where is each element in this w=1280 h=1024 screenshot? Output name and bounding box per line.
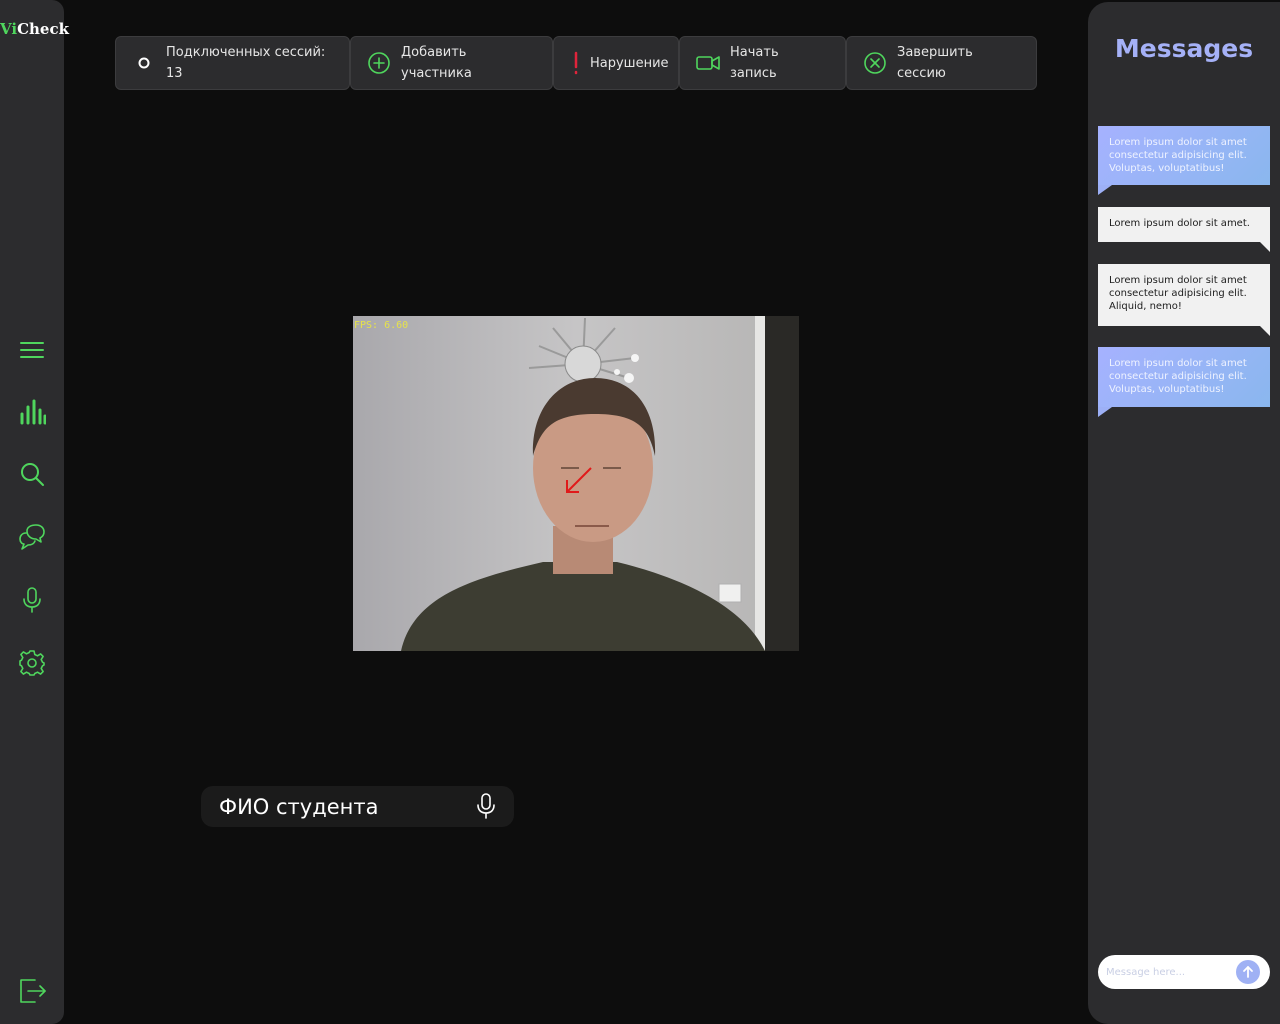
message-bubble-incoming: Lorem ipsum dolor sit amet consectetur a… [1098,347,1270,417]
message-bubble-incoming: Lorem ipsum dolor sit amet consectetur a… [1098,126,1270,195]
add-circle-icon [367,51,391,75]
search-icon[interactable] [16,458,48,490]
app-root: ViCheck Подключенных сессий: 13 Добавить… [0,0,1280,1024]
send-button[interactable] [1236,960,1260,984]
microphone-icon[interactable] [472,792,500,820]
sessions-text: Подключенных сессий: 13 [166,45,326,81]
fps-counter: FPS: 6.60 [354,320,409,331]
webcam-frame-image [353,316,799,651]
webcam-video-feed: FPS: 6.60 [353,316,799,651]
microphone-icon[interactable] [16,584,48,616]
message-bubble-outgoing: Lorem ipsum dolor sit amet consectetur a… [1098,264,1270,336]
end-session-button[interactable]: Завершить сессию [846,36,1037,90]
messages-title: Messages [1114,34,1254,63]
bar-chart-icon[interactable] [16,396,48,428]
app-logo: ViCheck [0,20,69,38]
status-circle-icon [132,51,156,75]
sessions-count: 13 [166,66,183,81]
arrow-up-icon [1243,966,1253,978]
student-name-label: ФИО студента [219,794,379,819]
close-circle-icon [863,51,887,75]
logout-icon[interactable] [16,974,48,1006]
video-camera-icon [696,51,720,75]
start-recording-button[interactable]: Начать запись [679,36,846,90]
connected-sessions-indicator: Подключенных сессий: 13 [115,36,350,90]
chat-icon[interactable] [16,521,48,553]
left-sidebar: ViCheck [0,0,69,1024]
message-bubble-outgoing: Lorem ipsum dolor sit amet. [1098,207,1270,252]
add-participant-button[interactable]: Добавить участника [350,36,553,90]
session-toolbar: Подключенных сессий: 13 Добавить участника… [115,36,1037,90]
messages-panel: Messages Lorem ipsum dolor sit amet cons… [1088,2,1280,1024]
exclamation-icon [570,51,582,75]
settings-gear-icon[interactable] [16,647,48,679]
menu-icon[interactable] [16,334,48,366]
violation-button[interactable]: Нарушение [553,36,679,90]
student-name-field[interactable]: ФИО студента [201,786,514,827]
